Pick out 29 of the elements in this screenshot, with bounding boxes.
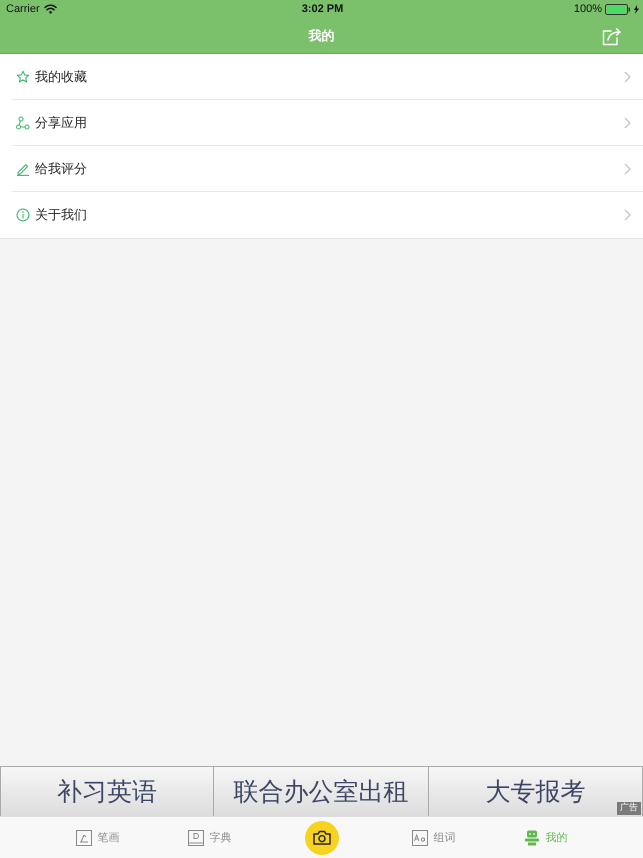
chevron-right-icon [624, 209, 631, 221]
ad-button[interactable]: 补习英语 [0, 767, 214, 816]
menu-row[interactable]: 关于我们 [0, 192, 643, 238]
wifi-icon [44, 4, 57, 14]
chevron-right-icon [624, 163, 631, 175]
carrier-label: Carrier [6, 3, 40, 15]
share-nodes-icon [16, 116, 30, 130]
page-title: 我的 [308, 28, 334, 44]
book-icon [188, 830, 204, 846]
status-time: 3:02 PM [302, 3, 344, 15]
ad-badge: 广告 [617, 802, 641, 815]
ad-button[interactable]: 联合办公室出租 [214, 767, 429, 816]
menu-row[interactable]: 我的收藏 [0, 54, 643, 100]
camera-button[interactable] [304, 820, 338, 854]
battery-percent: 100% [574, 3, 602, 15]
pencil-icon [16, 162, 30, 176]
charging-bolt-icon [634, 4, 639, 14]
menu-row[interactable]: 分享应用 [0, 100, 643, 146]
info-icon [16, 208, 30, 222]
chevron-right-icon [624, 71, 631, 83]
battery-icon [604, 4, 631, 14]
share-icon [602, 28, 622, 46]
menu-row[interactable]: 给我评分 [0, 146, 643, 192]
star-icon [16, 70, 30, 84]
text-box-icon [412, 830, 428, 846]
pen-box-icon [76, 830, 92, 846]
camera-icon [312, 830, 330, 845]
chevron-right-icon [624, 117, 631, 129]
person-icon [524, 830, 540, 846]
